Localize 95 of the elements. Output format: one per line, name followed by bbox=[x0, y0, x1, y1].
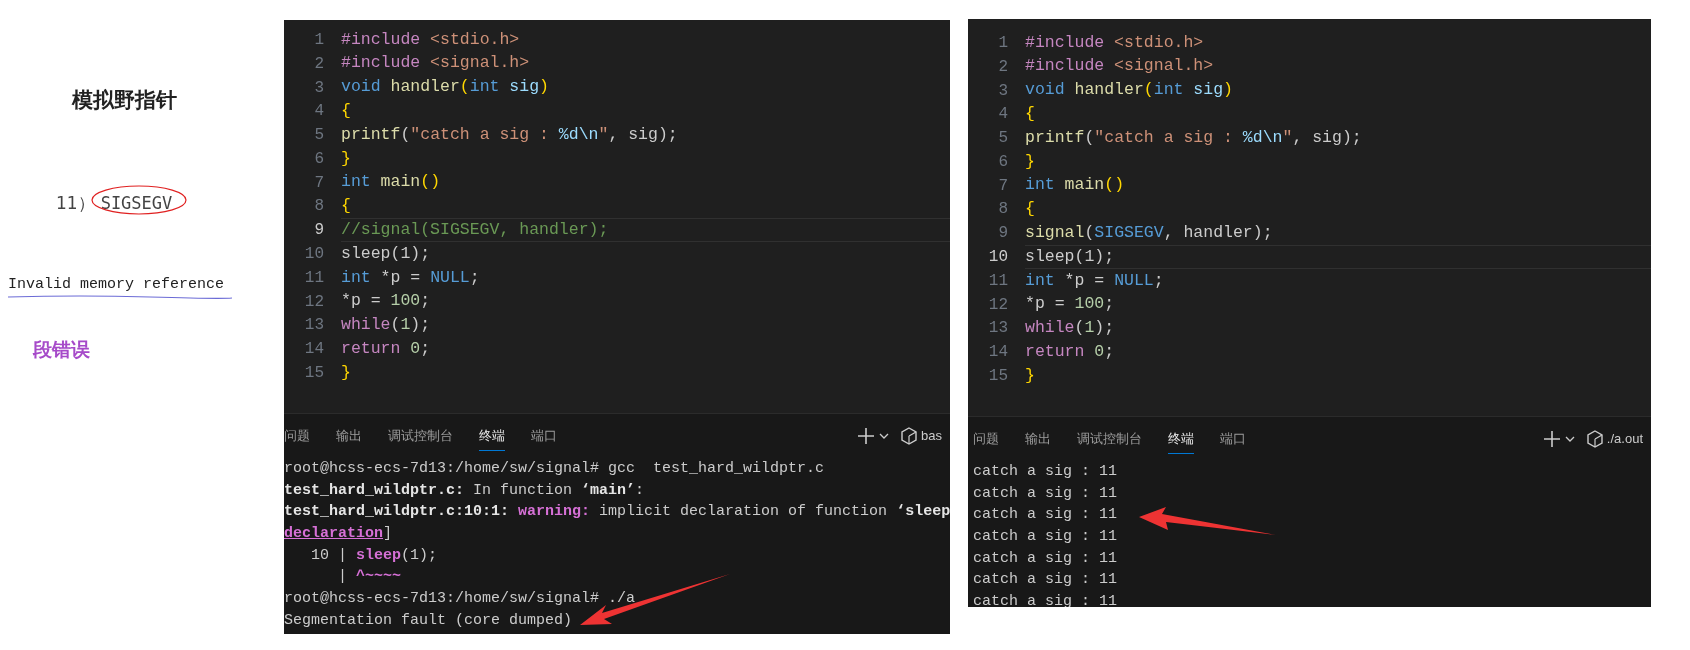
terminal-line: 10 | sleep(1); bbox=[310, 545, 438, 566]
panel-tab[interactable]: 输出 bbox=[1025, 423, 1051, 454]
terminal-line: | ^~~~~ bbox=[337, 567, 402, 588]
terminal-line: test_hard_wildptr.c: In function ‘main’: bbox=[284, 480, 645, 501]
code-line: signal(SIGSEGV, handler); bbox=[1025, 221, 1274, 244]
line-number: 10 bbox=[303, 244, 324, 266]
code-line: { bbox=[1025, 198, 1036, 221]
line-number: 6 bbox=[313, 148, 324, 170]
line-number: 15 bbox=[987, 366, 1008, 388]
code-line: int main() bbox=[1025, 174, 1126, 197]
plus-icon[interactable] bbox=[1542, 429, 1561, 448]
line-number: 11 bbox=[987, 270, 1008, 292]
cube-icon bbox=[901, 426, 918, 445]
terminal-line: catch a sig : 11 bbox=[972, 483, 1118, 504]
panel-tab[interactable]: 调试控制台 bbox=[1077, 423, 1142, 454]
code-line: void handler(int sig) bbox=[341, 76, 550, 99]
plus-icon[interactable] bbox=[857, 426, 876, 445]
code-line: { bbox=[341, 195, 352, 218]
line-number: 8 bbox=[997, 199, 1008, 221]
line-number: 14 bbox=[987, 342, 1008, 364]
code-line: #include <signal.h> bbox=[1025, 55, 1215, 78]
terminal-line: Segmentation fault (core dumped) bbox=[284, 610, 573, 631]
line-number: 1 bbox=[313, 29, 324, 51]
code-line: int main() bbox=[341, 171, 442, 194]
cube-icon bbox=[1586, 429, 1603, 448]
line-number: 6 bbox=[997, 151, 1008, 173]
shell-label[interactable]: ./a.out bbox=[1606, 429, 1643, 449]
line-number: 9 bbox=[997, 223, 1008, 245]
terminal-line: declaration] bbox=[284, 524, 393, 544]
code-line: sleep(1); bbox=[1025, 245, 1651, 269]
line-number: 12 bbox=[987, 294, 1008, 316]
panel-tab[interactable]: 端口 bbox=[1220, 423, 1246, 454]
code-line: } bbox=[341, 361, 352, 384]
line-number: 10 bbox=[987, 247, 1008, 269]
line-number: 15 bbox=[303, 363, 324, 385]
line-number: 13 bbox=[303, 315, 324, 337]
signal-name: SIGSEGV bbox=[100, 194, 173, 212]
line-number: 2 bbox=[997, 56, 1008, 78]
line-number: 4 bbox=[313, 101, 324, 123]
line-number: 14 bbox=[303, 339, 324, 361]
code-line: //signal(SIGSEGV, handler); bbox=[341, 218, 950, 243]
code-line: *p = 100; bbox=[341, 290, 432, 313]
terminal-line: catch a sig : 11 bbox=[972, 505, 1118, 526]
code-line: #include <signal.h> bbox=[341, 52, 531, 75]
code-line: } bbox=[1025, 364, 1036, 387]
code-line: return 0; bbox=[341, 337, 432, 360]
line-number: 1 bbox=[997, 32, 1008, 54]
description-text: Invalid memory reference bbox=[8, 275, 226, 295]
line-number: 2 bbox=[313, 53, 324, 75]
terminal-line: root@hcss-ecs-7d13:/home/sw/signal# ./a bbox=[284, 589, 636, 610]
panel-tab[interactable]: 输出 bbox=[336, 420, 362, 451]
line-number: 3 bbox=[313, 77, 324, 99]
code-line: int *p = NULL; bbox=[341, 266, 481, 289]
shell-label[interactable]: bas bbox=[921, 426, 942, 446]
line-number: 13 bbox=[987, 318, 1008, 340]
line-number: 5 bbox=[313, 125, 324, 147]
panel-tab[interactable]: 端口 bbox=[531, 420, 557, 451]
panel-tab[interactable]: 调试控制台 bbox=[388, 420, 453, 451]
meaning-text: 段错误 bbox=[33, 336, 91, 362]
code-line: } bbox=[341, 147, 352, 170]
code-line: int *p = NULL; bbox=[1025, 269, 1165, 292]
line-number: 8 bbox=[313, 196, 324, 218]
code-line: *p = 100; bbox=[1025, 293, 1116, 316]
code-line: while(1); bbox=[1025, 317, 1116, 340]
code-line: printf("catch a sig : %d\n", sig); bbox=[341, 123, 679, 146]
line-number: 3 bbox=[997, 80, 1008, 102]
panel-tab[interactable]: 终端 bbox=[1168, 423, 1194, 454]
panel-tab[interactable]: 问题 bbox=[973, 423, 999, 454]
signal-number: 11） bbox=[56, 191, 95, 215]
panel-tab[interactable]: 终端 bbox=[479, 420, 505, 451]
code-line: #include <stdio.h> bbox=[1025, 31, 1205, 54]
code-line: return 0; bbox=[1025, 340, 1116, 363]
code-line: } bbox=[1025, 150, 1036, 173]
code-line: printf("catch a sig : %d\n", sig); bbox=[1025, 126, 1363, 149]
note-title: 模拟野指针 bbox=[72, 87, 178, 114]
terminal-line: root@hcss-ecs-7d13:/home/sw/signal# gcc test_hard_wildptr.c bbox=[284, 458, 825, 479]
panel-tab[interactable]: 问题 bbox=[284, 420, 310, 451]
line-number: 5 bbox=[997, 128, 1008, 150]
line-number: 12 bbox=[303, 291, 324, 313]
terminal-line: catch a sig : 11 bbox=[972, 570, 1118, 591]
line-number: 11 bbox=[303, 267, 324, 289]
terminal-line: catch a sig : 11 bbox=[972, 548, 1118, 569]
code-line: sleep(1); bbox=[341, 242, 432, 265]
line-number: 4 bbox=[997, 104, 1008, 126]
line-number: 7 bbox=[313, 172, 324, 194]
code-line: #include <stdio.h> bbox=[341, 28, 521, 51]
code-line: void handler(int sig) bbox=[1025, 79, 1234, 102]
line-number: 7 bbox=[997, 175, 1008, 197]
code-line: while(1); bbox=[341, 314, 432, 337]
terminal-line: test_hard_wildptr.c:10:1: warning: implicit declaration of function ‘sleep bbox=[284, 502, 950, 523]
code-line: { bbox=[1025, 102, 1036, 125]
code-line: { bbox=[341, 99, 352, 122]
terminal-line: catch a sig : 11 bbox=[972, 527, 1118, 547]
terminal-line: catch a sig : 11 bbox=[972, 461, 1118, 482]
line-number: 9 bbox=[313, 220, 324, 242]
